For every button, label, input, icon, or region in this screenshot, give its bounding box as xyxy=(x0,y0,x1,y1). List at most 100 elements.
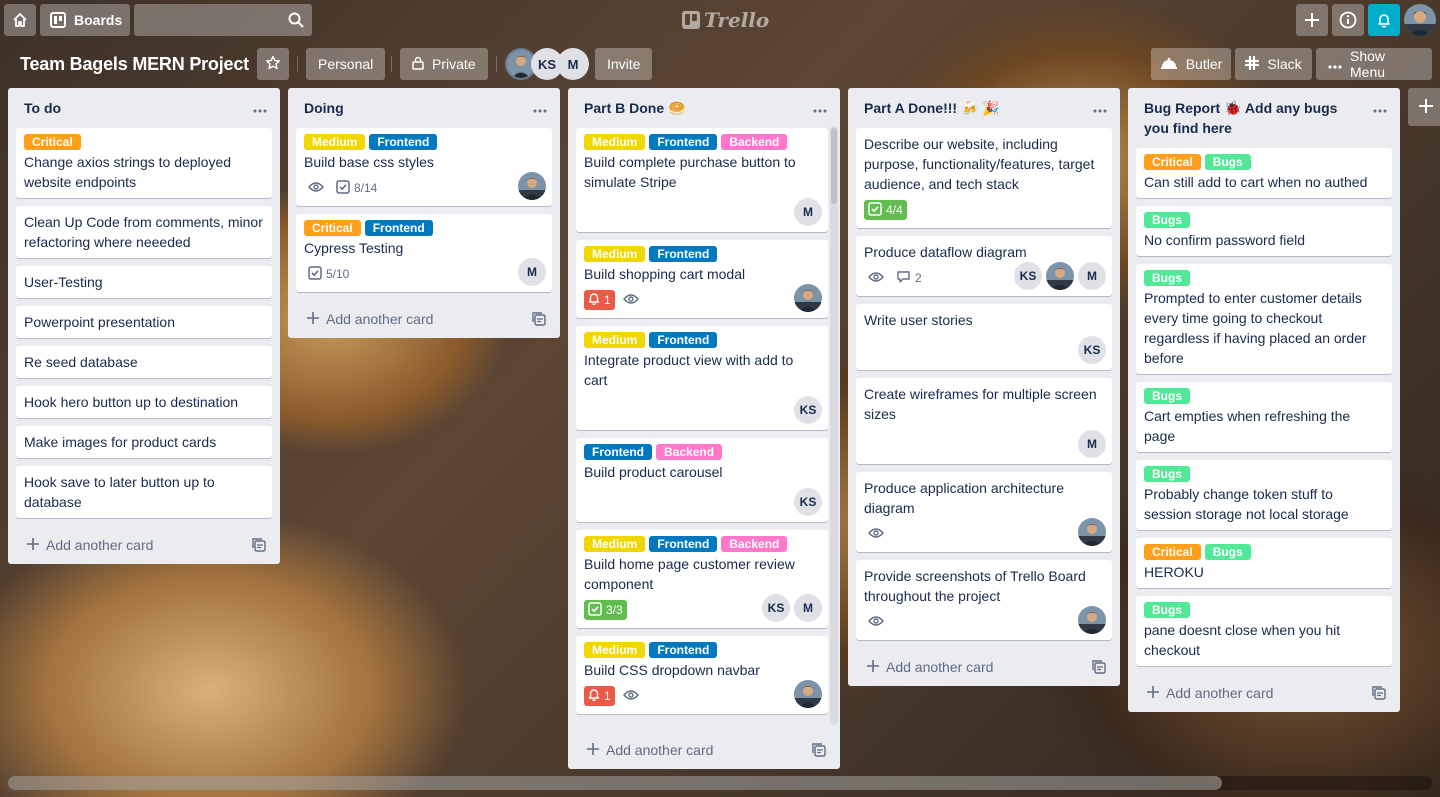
horizontal-scrollbar-thumb[interactable] xyxy=(8,776,1222,790)
add-card-button[interactable]: Add another card xyxy=(1128,674,1400,712)
card[interactable]: Hook hero button up to destination xyxy=(16,386,272,418)
list-title[interactable]: Part B Done 🥯 xyxy=(584,100,685,116)
list-header[interactable]: Part B Done 🥯 xyxy=(568,88,840,128)
member-avatar[interactable] xyxy=(1078,606,1106,634)
show-menu-button[interactable]: Show Menu xyxy=(1316,48,1432,80)
member-avatar[interactable] xyxy=(794,284,822,312)
label-medium[interactable]: Medium xyxy=(584,332,646,348)
member-avatar[interactable]: M xyxy=(557,48,589,80)
card[interactable]: Produce dataflow diagram 2 KS M xyxy=(856,236,1112,296)
member-avatar[interactable]: KS xyxy=(794,488,822,516)
card[interactable]: Medium Frontend Backend Build home page cus… xyxy=(576,530,828,628)
home-button[interactable] xyxy=(4,4,36,36)
member-avatar[interactable]: M xyxy=(1078,430,1106,458)
card[interactable]: Bugs Cart empties when refreshing the pag… xyxy=(1136,382,1392,452)
card[interactable]: Produce application architecture diagram xyxy=(856,472,1112,552)
card-template-icon[interactable] xyxy=(1092,660,1106,677)
trello-logo[interactable]: Trello xyxy=(682,8,769,32)
label-critical[interactable]: Critical xyxy=(1144,154,1201,170)
list-title[interactable]: Bug Report 🐞 Add any bugs you find here xyxy=(1144,100,1337,136)
label-bugs[interactable]: Bugs xyxy=(1204,544,1251,560)
card[interactable]: Frontend Backend Build product carousel KS xyxy=(576,438,828,522)
privacy-button[interactable]: Private xyxy=(400,48,488,80)
label-critical[interactable]: Critical xyxy=(24,134,81,150)
label-bugs[interactable]: Bugs xyxy=(1144,602,1190,618)
member-avatar[interactable] xyxy=(1046,262,1074,290)
list-menu-button[interactable] xyxy=(1088,96,1112,120)
label-medium[interactable]: Medium xyxy=(584,134,646,150)
label-bugs[interactable]: Bugs xyxy=(1144,466,1190,482)
label-critical[interactable]: Critical xyxy=(1144,544,1201,560)
card[interactable]: Write user stories KS xyxy=(856,304,1112,370)
horizontal-scrollbar[interactable] xyxy=(8,776,1432,790)
list-menu-button[interactable] xyxy=(1368,96,1392,120)
label-frontend[interactable]: Frontend xyxy=(364,220,433,236)
star-button[interactable] xyxy=(257,48,289,80)
info-button[interactable] xyxy=(1332,4,1364,36)
card[interactable]: Re seed database xyxy=(16,346,272,378)
list-title[interactable]: To do xyxy=(24,100,61,116)
list-menu-button[interactable] xyxy=(808,96,832,120)
card[interactable]: Make images for product cards xyxy=(16,426,272,458)
card-template-icon[interactable] xyxy=(532,312,546,329)
boards-button[interactable]: Boards xyxy=(40,4,130,36)
member-avatar[interactable]: M xyxy=(1078,262,1106,290)
list-header[interactable]: Part A Done!!! 🍻 🎉 xyxy=(848,88,1120,128)
card-template-icon[interactable] xyxy=(812,743,826,760)
team-visibility-button[interactable]: Personal xyxy=(306,48,386,80)
add-list-button[interactable] xyxy=(1408,88,1440,126)
label-medium[interactable]: Medium xyxy=(584,642,646,658)
user-avatar[interactable] xyxy=(1404,4,1436,36)
label-bugs[interactable]: Bugs xyxy=(1204,154,1251,170)
label-frontend[interactable]: Frontend xyxy=(649,642,718,658)
list-scrollbar[interactable] xyxy=(830,126,838,725)
list-title[interactable]: Doing xyxy=(304,100,344,116)
card[interactable]: Create wireframes for multiple screen si… xyxy=(856,378,1112,464)
card[interactable]: Provide screenshots of Trello Board thro… xyxy=(856,560,1112,640)
card[interactable]: Bugs Probably change token stuff to sessi… xyxy=(1136,460,1392,530)
card-template-icon[interactable] xyxy=(252,538,266,555)
card[interactable]: User-Testing xyxy=(16,266,272,298)
label-frontend[interactable]: Frontend xyxy=(584,444,652,460)
list-header[interactable]: Bug Report 🐞 Add any bugs you find here xyxy=(1128,88,1400,148)
label-frontend[interactable]: Frontend xyxy=(649,536,718,552)
member-avatar[interactable] xyxy=(1078,518,1106,546)
list-header[interactable]: Doing xyxy=(288,88,560,128)
card[interactable]: Clean Up Code from comments, minor refac… xyxy=(16,206,272,258)
card[interactable]: Medium Frontend Integrate product view wit… xyxy=(576,326,828,430)
label-medium[interactable]: Medium xyxy=(584,536,646,552)
card[interactable]: Medium Frontend Build base css styles 8/14 xyxy=(296,128,552,206)
label-bugs[interactable]: Bugs xyxy=(1144,388,1190,404)
label-frontend[interactable]: Frontend xyxy=(369,134,438,150)
search-input[interactable] xyxy=(134,4,312,36)
member-avatar[interactable]: KS xyxy=(762,594,790,622)
list-menu-button[interactable] xyxy=(248,96,272,120)
member-avatar[interactable] xyxy=(794,680,822,708)
member-avatar[interactable]: M xyxy=(518,258,546,286)
label-medium[interactable]: Medium xyxy=(304,134,366,150)
label-backend[interactable]: Backend xyxy=(656,444,723,460)
card[interactable]: Medium Frontend Build CSS dropdown navbar 1 xyxy=(576,636,828,714)
label-backend[interactable]: Backend xyxy=(721,134,788,150)
card[interactable]: Critical Bugs Can still add to cart when n… xyxy=(1136,148,1392,198)
notifications-button[interactable] xyxy=(1368,4,1400,36)
label-medium[interactable]: Medium xyxy=(584,246,646,262)
add-card-button[interactable]: Add another card xyxy=(568,731,840,769)
card[interactable]: Medium Frontend Backend Build complete purc… xyxy=(576,128,828,232)
card[interactable]: Describe our website, including purpose,… xyxy=(856,128,1112,228)
card[interactable]: Critical Change axios strings to deployed… xyxy=(16,128,272,198)
slack-button[interactable]: Slack xyxy=(1235,48,1312,80)
list-header[interactable]: To do xyxy=(8,88,280,128)
create-button[interactable] xyxy=(1296,4,1328,36)
card[interactable]: Critical Frontend Cypress Testing 5/10 M xyxy=(296,214,552,292)
card[interactable]: Powerpoint presentation xyxy=(16,306,272,338)
list-title[interactable]: Part A Done!!! 🍻 🎉 xyxy=(864,100,1000,116)
label-critical[interactable]: Critical xyxy=(304,220,361,236)
member-avatar[interactable]: KS xyxy=(1014,262,1042,290)
label-frontend[interactable]: Frontend xyxy=(649,332,718,348)
label-frontend[interactable]: Frontend xyxy=(649,134,718,150)
board-title[interactable]: Team Bagels MERN Project xyxy=(12,48,257,80)
card[interactable]: Hook save to later button up to database xyxy=(16,466,272,518)
add-card-button[interactable]: Add another card xyxy=(848,648,1120,686)
member-avatar[interactable]: M xyxy=(794,198,822,226)
